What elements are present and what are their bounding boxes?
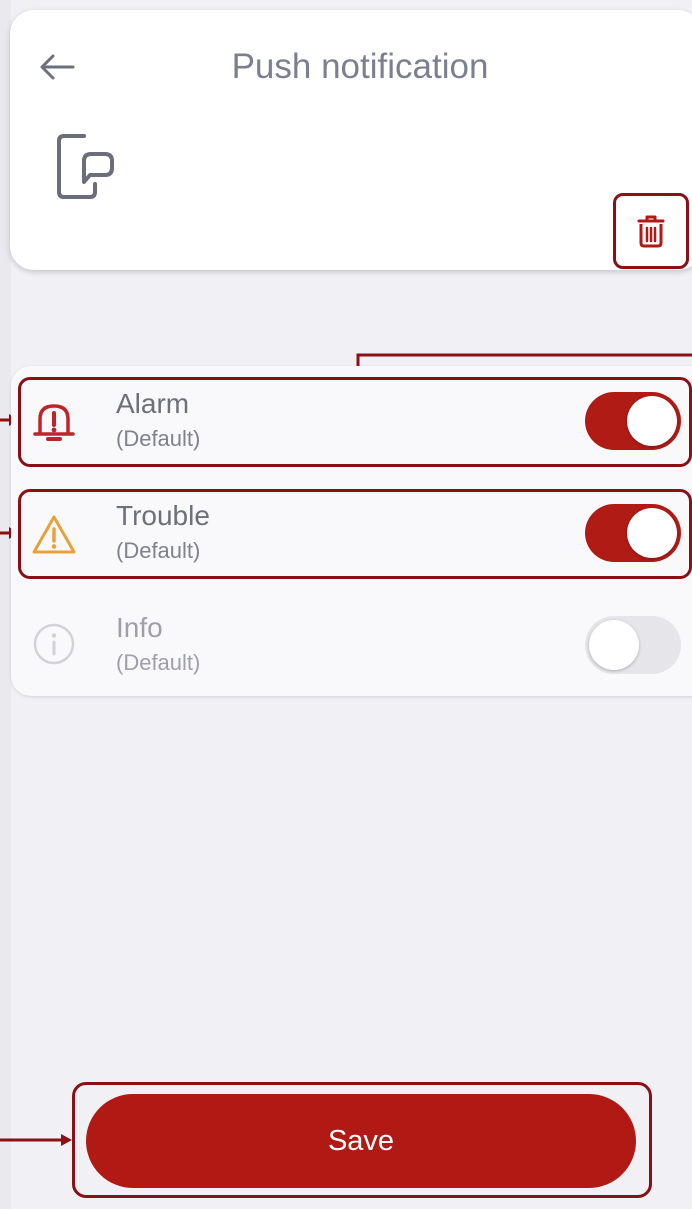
info-toggle[interactable]	[585, 616, 681, 674]
toggle-knob	[627, 508, 677, 558]
trouble-toggle[interactable]	[585, 504, 681, 562]
item-sublabel: (Default)	[116, 650, 201, 675]
delete-button[interactable]	[613, 193, 689, 269]
alarm-toggle[interactable]	[585, 392, 681, 450]
phone-chat-icon	[54, 132, 118, 202]
item-label: Trouble	[116, 500, 210, 531]
item-sublabel: (Default)	[116, 538, 201, 563]
toggle-knob	[627, 396, 677, 446]
item-label: Info	[116, 612, 163, 643]
trash-icon	[637, 215, 665, 248]
info-circle-icon	[30, 620, 78, 668]
list-item-alarm: Alarm (Default)	[0, 366, 692, 478]
bell-alert-icon	[30, 398, 78, 446]
warning-triangle-icon	[30, 512, 78, 560]
save-button[interactable]: Save	[86, 1094, 636, 1188]
list-item-trouble: Trouble (Default)	[0, 478, 692, 590]
page-title: Push notification	[231, 47, 489, 86]
list-item-info: Info (Default)	[0, 590, 692, 702]
item-sublabel: (Default)	[116, 426, 201, 451]
item-label: Alarm	[116, 388, 190, 419]
push-notification-screen: Push notification Alarm (Default) Troubl…	[0, 0, 692, 1209]
toggle-knob	[589, 620, 639, 670]
